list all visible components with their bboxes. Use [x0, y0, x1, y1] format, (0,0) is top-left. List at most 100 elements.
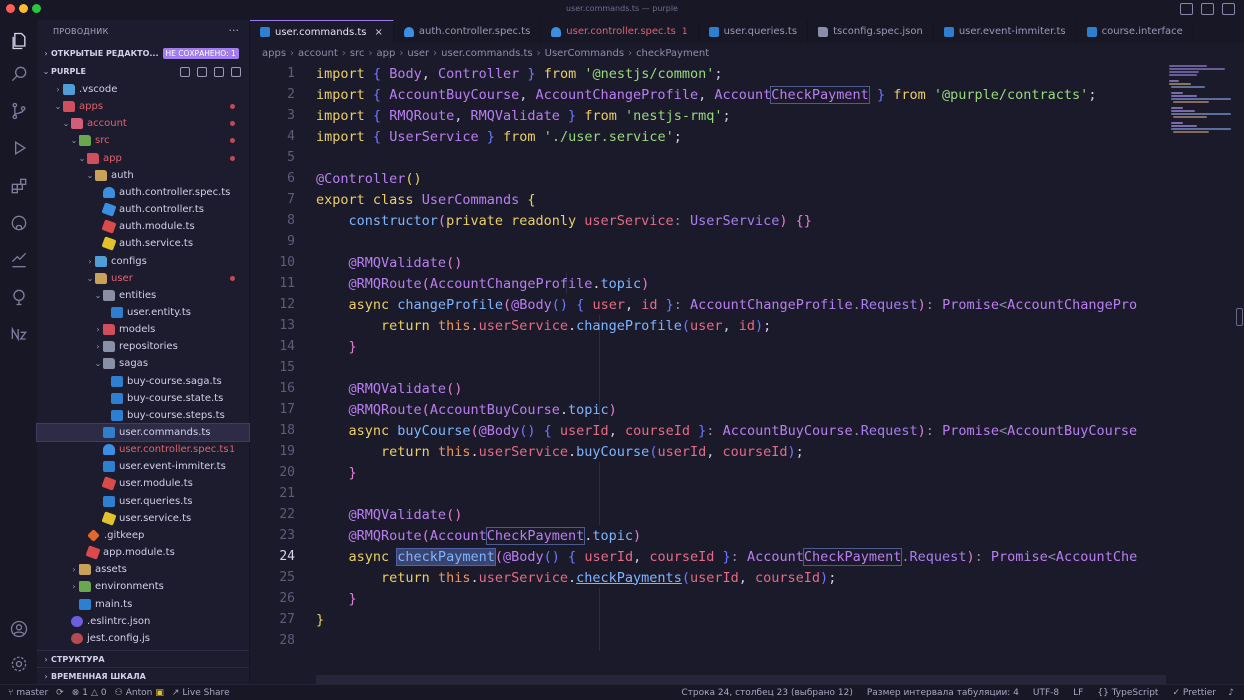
- tree-folder[interactable]: › .vscode: [37, 81, 249, 98]
- editor-tab[interactable]: auth.controller.spec.ts: [394, 20, 542, 43]
- tree-file[interactable]: app.module.ts: [37, 544, 249, 561]
- tree-folder[interactable]: › configs: [37, 253, 249, 270]
- user-status[interactable]: ⚇ Anton ▣: [115, 688, 164, 698]
- tree-file[interactable]: auth.service.ts: [37, 235, 249, 252]
- toggle-layout-icon[interactable]: [1201, 3, 1214, 15]
- tree-icon[interactable]: [5, 283, 32, 310]
- tree-folder[interactable]: ⌄ user: [37, 270, 249, 287]
- tree-folder[interactable]: ⌄ entities: [37, 287, 249, 304]
- tree-file[interactable]: .eslintrc.json: [37, 613, 249, 630]
- branch-status[interactable]: ⑂ master: [8, 688, 48, 698]
- tree-folder[interactable]: ⌄ app: [37, 150, 249, 167]
- new-folder-icon[interactable]: [197, 66, 207, 77]
- close-tab-icon[interactable]: ×: [375, 27, 383, 38]
- live-share-button[interactable]: ↗ Live Share: [172, 688, 230, 698]
- workspace-root-section[interactable]: ⌄ PURPLE: [37, 63, 249, 80]
- account-icon[interactable]: [5, 615, 32, 642]
- breadcrumb-item[interactable]: src: [350, 48, 365, 59]
- timeline-section[interactable]: › ВРЕМЕННАЯ ШКАЛА: [37, 667, 249, 684]
- tree-file[interactable]: user.commands.ts: [36, 423, 250, 442]
- editor-tab[interactable]: user.queries.ts: [699, 20, 809, 43]
- problems-status[interactable]: ⊗ 1 △ 0: [72, 688, 107, 698]
- chevron-right-icon: ›: [628, 47, 633, 59]
- tree-file[interactable]: buy-course.steps.ts: [37, 407, 249, 424]
- explorer-icon[interactable]: [5, 27, 32, 54]
- tree-folder[interactable]: ⌄ auth: [37, 167, 249, 184]
- toggle-panel-icon[interactable]: [1180, 3, 1193, 15]
- editor-tab[interactable]: tsconfig.spec.json: [808, 20, 934, 43]
- code-line: 20 }: [279, 464, 357, 481]
- editor-tab[interactable]: user.commands.ts ×: [250, 20, 394, 43]
- refresh-icon[interactable]: [214, 66, 224, 77]
- code-editor[interactable]: 1 import { Body, Controller } from '@nest…: [250, 63, 1165, 675]
- new-file-icon[interactable]: [180, 66, 190, 77]
- tree-file[interactable]: user.event-immiter.ts: [37, 458, 249, 475]
- tree-file[interactable]: user.module.ts: [37, 475, 249, 492]
- code-line: 18 async buyCourse(@Body() { userId, cou…: [279, 422, 1138, 439]
- tree-file[interactable]: user.service.ts: [37, 510, 249, 527]
- editor-tab[interactable]: user.event-immiter.ts: [934, 20, 1077, 43]
- workspace-root-label: PURPLE: [51, 67, 86, 76]
- tree-file[interactable]: jest.config.js: [37, 630, 249, 647]
- editor-tab[interactable]: course.interface: [1077, 20, 1194, 43]
- remote-explorer-icon[interactable]: [5, 246, 32, 273]
- open-editors-section[interactable]: › ОТКРЫТЫЕ РЕДАКТО... НЕ СОХРАНЕНО: 1: [37, 45, 249, 62]
- tree-folder[interactable]: ⌄ apps: [37, 98, 249, 115]
- tree-file[interactable]: .gitkeep: [37, 527, 249, 544]
- file-ts-icon: [111, 306, 123, 318]
- error-count-badge: 1: [229, 444, 235, 455]
- tree-folder[interactable]: › assets: [37, 561, 249, 578]
- editor-tab[interactable]: user.controller.spec.ts 1: [541, 20, 699, 43]
- tree-folder[interactable]: › models: [37, 321, 249, 338]
- breadcrumb-item[interactable]: checkPayment: [636, 48, 709, 59]
- tree-file[interactable]: auth.module.ts: [37, 218, 249, 235]
- breadcrumb-item[interactable]: account: [298, 48, 338, 59]
- sync-status[interactable]: ⟳: [56, 688, 64, 698]
- tree-folder[interactable]: › repositories: [37, 338, 249, 355]
- tree-folder[interactable]: ⌄ account: [37, 115, 249, 132]
- code-line: 9: [287, 234, 295, 249]
- collapse-all-icon[interactable]: [231, 66, 241, 77]
- tree-file[interactable]: buy-course.saga.ts: [37, 373, 249, 390]
- more-actions-icon[interactable]: ···: [229, 24, 240, 37]
- tree-file[interactable]: user.entity.ts: [37, 304, 249, 321]
- breadcrumb-item[interactable]: user: [407, 48, 429, 59]
- language-mode[interactable]: {} TypeScript: [1097, 688, 1158, 698]
- formatter-status[interactable]: ✓ Prettier: [1172, 688, 1216, 698]
- customize-layout-icon[interactable]: [1222, 3, 1235, 15]
- breadcrumb-item[interactable]: app: [377, 48, 396, 59]
- horizontal-scrollbar[interactable]: [316, 675, 1166, 684]
- tree-folder[interactable]: ⌄ sagas: [37, 355, 249, 372]
- nx-console-icon[interactable]: [5, 320, 32, 347]
- tree-file[interactable]: main.ts: [37, 596, 249, 613]
- source-control-icon[interactable]: [5, 97, 32, 124]
- minimap[interactable]: [1165, 63, 1237, 675]
- breadcrumb-item[interactable]: UserCommands: [545, 48, 624, 59]
- github-icon[interactable]: [5, 209, 32, 236]
- tree-folder[interactable]: › environments: [37, 578, 249, 595]
- extensions-icon[interactable]: [5, 172, 32, 199]
- notifications-bell-icon[interactable]: ♪: [1228, 688, 1234, 698]
- end-of-line[interactable]: LF: [1073, 688, 1083, 698]
- cursor-position[interactable]: Строка 24, столбец 23 (выбрано 12): [681, 688, 852, 698]
- tree-file[interactable]: user.queries.ts: [37, 493, 249, 510]
- tree-file[interactable]: user.controller.spec.ts 1: [37, 441, 249, 458]
- tab-size[interactable]: Размер интервала табуляции: 4: [867, 688, 1019, 698]
- outline-section[interactable]: › СТРУКТУРА: [37, 650, 249, 667]
- breadcrumb-item[interactable]: apps: [262, 48, 286, 59]
- vertical-scroll-indicator[interactable]: [1236, 308, 1243, 326]
- breadcrumb-item[interactable]: user.commands.ts: [441, 48, 533, 59]
- tree-item-label: src: [95, 135, 110, 147]
- settings-gear-icon[interactable]: [5, 650, 32, 677]
- encoding[interactable]: UTF-8: [1033, 688, 1059, 698]
- tree-item-label: auth.controller.spec.ts: [119, 186, 231, 198]
- chevron-right-icon: ›: [72, 565, 76, 575]
- code-line: 1 import { Body, Controller } from '@nest…: [287, 65, 723, 82]
- tree-file[interactable]: auth.controller.ts: [37, 201, 249, 218]
- search-icon[interactable]: [5, 60, 32, 87]
- chevron-down-icon: ⌄: [54, 102, 62, 112]
- tree-file[interactable]: auth.controller.spec.ts: [37, 184, 249, 201]
- tree-file[interactable]: buy-course.state.ts: [37, 390, 249, 407]
- run-debug-icon[interactable]: [5, 134, 32, 161]
- tree-folder[interactable]: ⌄ src: [37, 132, 249, 149]
